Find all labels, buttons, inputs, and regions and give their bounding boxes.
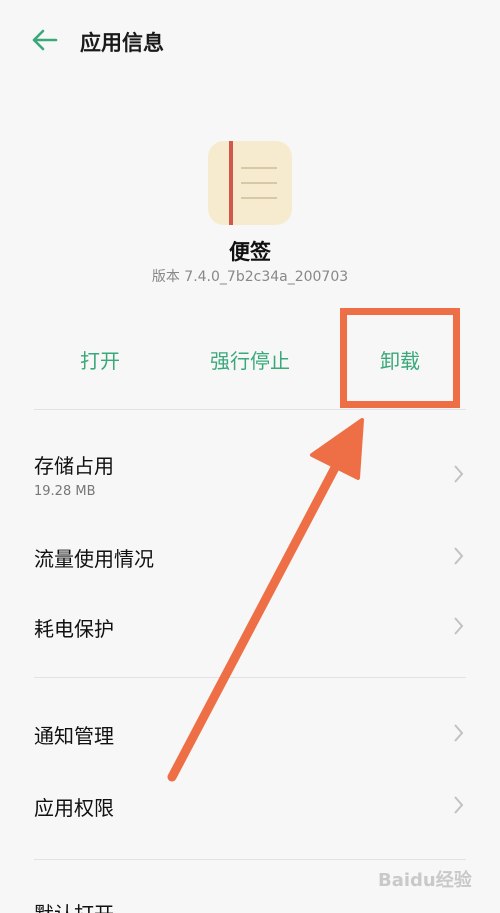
page-title: 应用信息 <box>80 31 164 55</box>
storage-label: 存储占用 <box>34 454 114 478</box>
divider <box>34 409 466 410</box>
open-button[interactable]: 打开 <box>70 345 130 374</box>
force-stop-button[interactable]: 强行停止 <box>195 345 305 374</box>
notes-app-icon <box>208 141 292 225</box>
default-open-row[interactable]: 默认打开 <box>0 890 500 913</box>
app-bar: 应用信息 <box>0 0 500 80</box>
watermark: Baidu经验 <box>378 870 472 891</box>
divider <box>34 677 466 678</box>
battery-row[interactable]: 耗电保护 <box>0 605 500 649</box>
chevron-right-icon <box>454 796 464 814</box>
chevron-right-icon <box>454 465 464 483</box>
chevron-right-icon <box>454 617 464 635</box>
notifications-row[interactable]: 通知管理 <box>0 712 500 756</box>
storage-row[interactable]: 存储占用 19.28 MB <box>0 440 500 510</box>
permissions-label: 应用权限 <box>34 796 114 820</box>
chevron-right-icon <box>454 547 464 565</box>
storage-value: 19.28 MB <box>34 484 96 499</box>
traffic-row[interactable]: 流量使用情况 <box>0 535 500 579</box>
default-open-label: 默认打开 <box>34 898 114 913</box>
traffic-label: 流量使用情况 <box>34 547 154 571</box>
notifications-label: 通知管理 <box>34 724 114 748</box>
chevron-right-icon <box>454 724 464 742</box>
divider <box>34 859 466 860</box>
highlight-box <box>340 308 460 408</box>
app-version: 版本 7.4.0_7b2c34a_200703 <box>151 269 349 285</box>
permissions-row[interactable]: 应用权限 <box>0 784 500 828</box>
battery-label: 耗电保护 <box>34 617 114 641</box>
back-arrow-icon[interactable] <box>30 28 58 52</box>
app-name: 便签 <box>229 240 271 264</box>
